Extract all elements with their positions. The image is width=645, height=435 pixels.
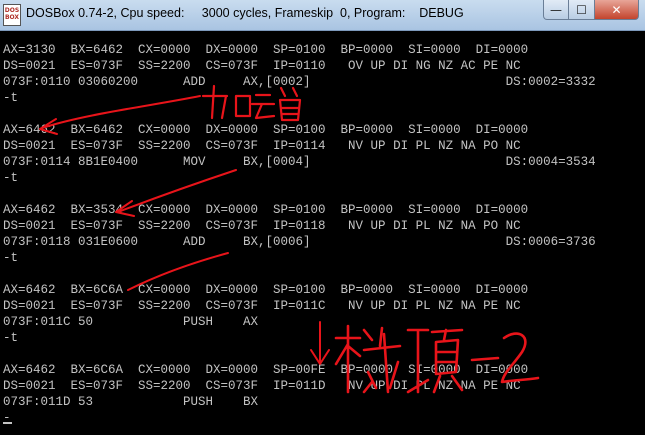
console-line: 073F:0118 031E0600 ADD BX,[0006] DS:0006…	[3, 235, 596, 249]
console-output: AX=3130 BX=6462 CX=0000 DX=0000 SP=0100 …	[3, 42, 596, 426]
console-line: 073F:011D 53 PUSH BX	[3, 395, 259, 409]
console-line: AX=6462 BX=3534 CX=0000 DX=0000 SP=0100 …	[3, 203, 529, 217]
console-line: DS=0021 ES=073F SS=2200 CS=073F IP=011D …	[3, 379, 521, 393]
text-cursor	[3, 422, 12, 424]
minimize-button[interactable]: —	[543, 0, 569, 20]
console-line: -t	[3, 251, 19, 265]
console-line: DS=0021 ES=073F SS=2200 CS=073F IP=0110 …	[3, 59, 521, 73]
window-title: DOSBox 0.74-2, Cpu speed: 3000 cycles, F…	[26, 6, 464, 20]
dos-console[interactable]: AX=3130 BX=6462 CX=0000 DX=0000 SP=0100 …	[0, 31, 645, 435]
console-line: AX=3130 BX=6462 CX=0000 DX=0000 SP=0100 …	[3, 43, 529, 57]
console-line: AX=6462 BX=6462 CX=0000 DX=0000 SP=0100 …	[3, 123, 529, 137]
maximize-icon: ☐	[576, 2, 587, 17]
maximize-button[interactable]: ☐	[569, 0, 595, 20]
dosbox-app-icon[interactable]: DOS BOX	[3, 4, 21, 26]
console-line: -	[3, 411, 11, 425]
console-line: -t	[3, 171, 19, 185]
console-line: -t	[3, 91, 19, 105]
close-button[interactable]: ✕	[595, 0, 639, 20]
console-line: DS=0021 ES=073F SS=2200 CS=073F IP=0114 …	[3, 139, 521, 153]
console-line: AX=6462 BX=6C6A CX=0000 DX=0000 SP=0100 …	[3, 283, 529, 297]
close-icon: ✕	[611, 2, 622, 17]
dosbox-window: DOS BOX DOSBox 0.74-2, Cpu speed: 3000 c…	[0, 0, 645, 435]
console-line: DS=0021 ES=073F SS=2200 CS=073F IP=011C …	[3, 299, 521, 313]
title-bar[interactable]: DOS BOX DOSBox 0.74-2, Cpu speed: 3000 c…	[0, 0, 645, 31]
console-line: -t	[3, 331, 19, 345]
console-line: 073F:011C 50 PUSH AX	[3, 315, 259, 329]
console-line: AX=6462 BX=6C6A CX=0000 DX=0000 SP=00FE …	[3, 363, 529, 377]
console-line: DS=0021 ES=073F SS=2200 CS=073F IP=0118 …	[3, 219, 521, 233]
caption-buttons: — ☐ ✕	[543, 0, 639, 22]
console-line: 073F:0110 03060200 ADD AX,[0002] DS:0002…	[3, 75, 596, 89]
console-line: 073F:0114 8B1E0400 MOV BX,[0004] DS:0004…	[3, 155, 596, 169]
minimize-icon: —	[550, 2, 562, 17]
